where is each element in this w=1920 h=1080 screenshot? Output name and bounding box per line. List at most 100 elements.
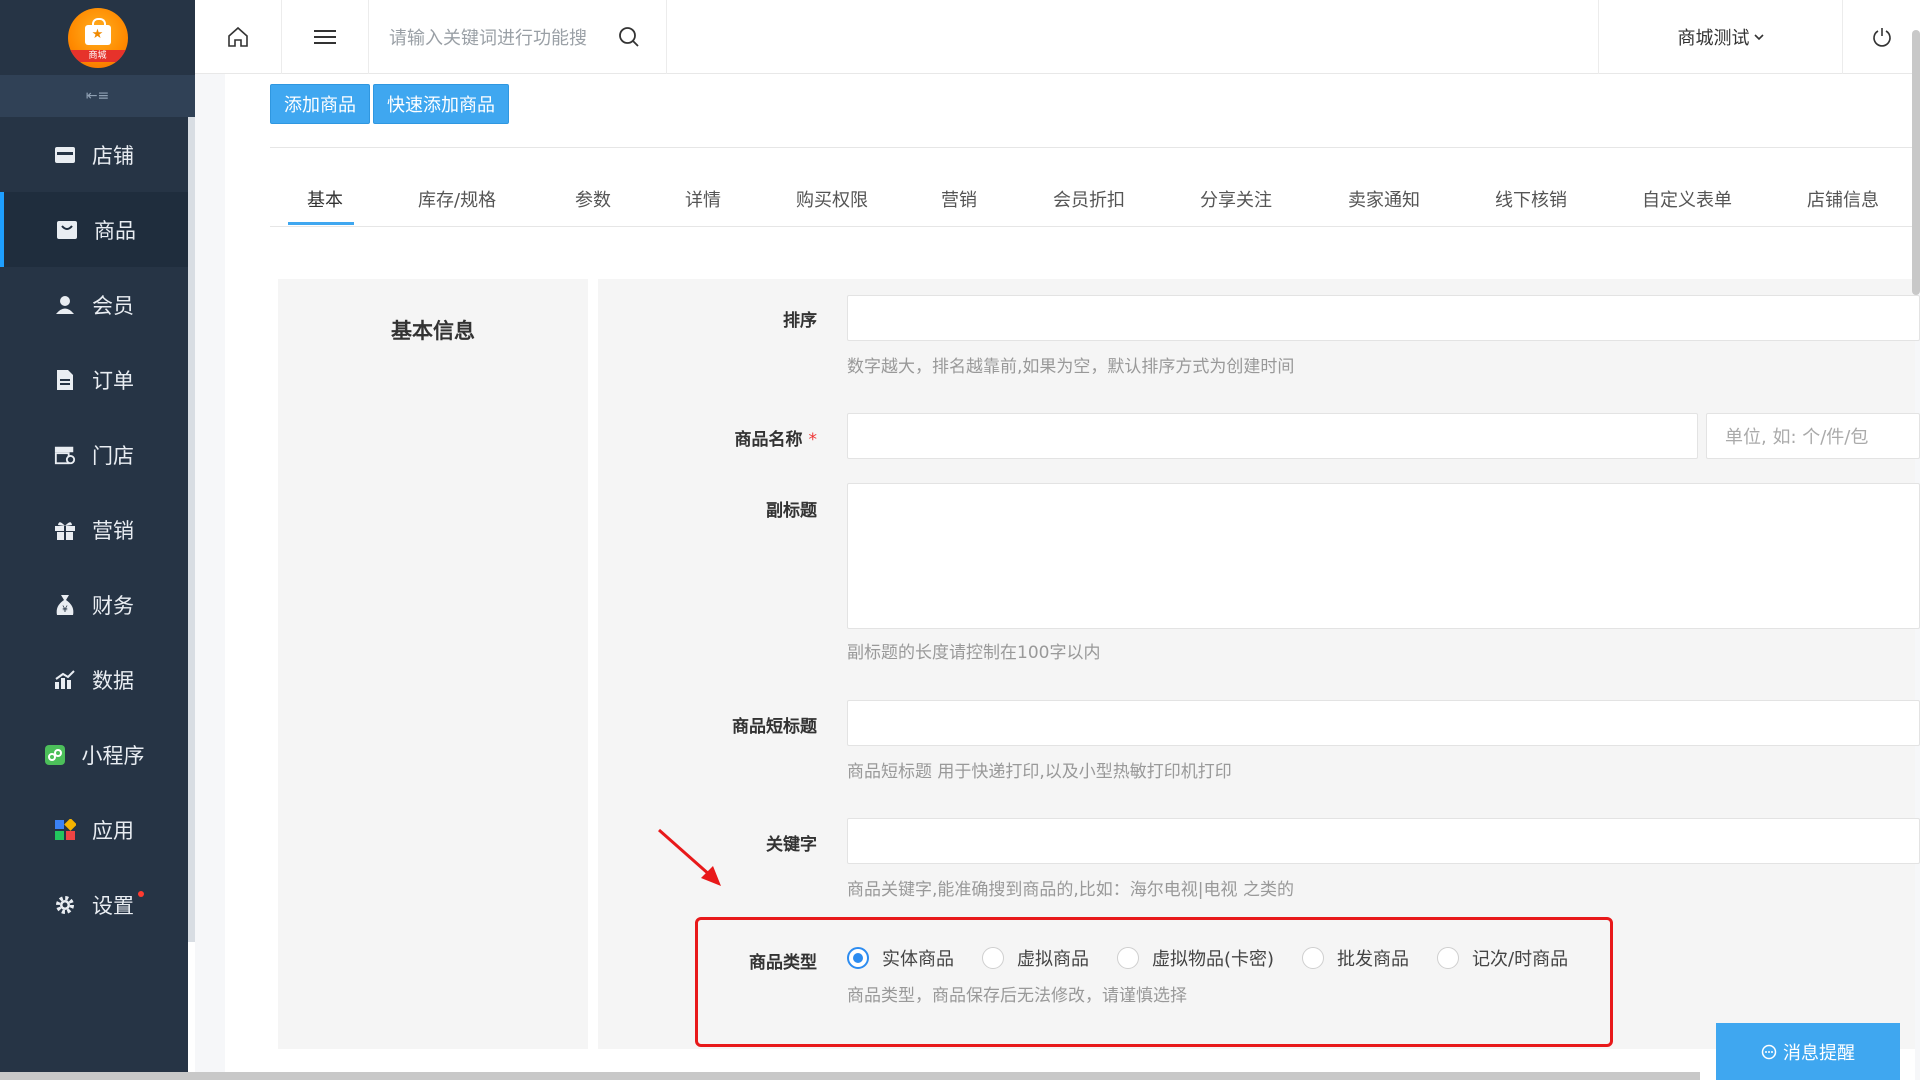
sidebar-item-marketing[interactable]: 营销: [0, 492, 188, 567]
short-title-input[interactable]: [847, 700, 1920, 746]
sidebar-item-label: 商品: [94, 218, 136, 243]
keyword-hint: 商品关键字,能准确搜到商品的,比如：海尔电视|电视 之类的: [847, 880, 1294, 900]
product-name-label: 商品名称 *: [617, 425, 818, 450]
chat-bubble-icon: [1761, 1044, 1777, 1059]
sidebar-item-label: 营销: [92, 518, 134, 543]
message-reminder-button[interactable]: 消息提醒: [1716, 1023, 1900, 1080]
sidebar-item-shops[interactable]: 门店: [0, 417, 188, 492]
sidebar-item-label: 小程序: [81, 743, 145, 768]
horizontal-scrollbar[interactable]: [0, 1072, 1700, 1080]
red-arrow-annotation-icon: [658, 828, 721, 886]
keyword-input[interactable]: [847, 818, 1920, 864]
subtitle-hint: 副标题的长度请控制在100字以内: [847, 643, 1101, 663]
sidebar-item-apps[interactable]: 应用: [0, 792, 188, 867]
sidebar-item-orders[interactable]: 订单: [0, 342, 188, 417]
logo-area: ★ 商城: [0, 0, 195, 75]
sort-input[interactable]: [847, 295, 1920, 341]
tab-custom-form[interactable]: 自定义表单: [1642, 186, 1732, 212]
store-name: 商城测试: [1677, 28, 1750, 49]
menu-button[interactable]: [282, 0, 369, 74]
divider: [270, 226, 1915, 227]
message-reminder-label: 消息提醒: [1783, 1042, 1855, 1064]
section-title: 基本信息: [391, 319, 475, 343]
sidebar-collapse-toggle[interactable]: ⇤≡: [0, 75, 195, 117]
svg-text:¥: ¥: [62, 605, 68, 615]
sidebar-item-miniprogram[interactable]: 小程序: [0, 717, 188, 792]
tab-params[interactable]: 参数: [575, 186, 611, 212]
tab-share-follow[interactable]: 分享关注: [1200, 186, 1272, 212]
active-tab-indicator: [288, 222, 354, 225]
document-icon: [54, 369, 76, 391]
bag-icon: [56, 219, 78, 241]
search-bar: 请输入关键词进行功能搜: [369, 0, 667, 74]
quick-add-product-button[interactable]: 快速添加商品: [373, 84, 509, 124]
short-title-hint: 商品短标题 用于快递打印,以及小型热敏打印机打印: [847, 762, 1232, 782]
subtitle-textarea[interactable]: [847, 483, 1920, 629]
tab-marketing[interactable]: 营销: [941, 186, 977, 212]
sidebar-item-label: 店铺: [92, 143, 134, 168]
product-name-label-text: 商品名称: [734, 430, 803, 450]
product-name-input[interactable]: [847, 413, 1698, 459]
sidebar: ★ 商城 ⇤≡ 店铺 商品 会员 订单 门店 营销 ¥ 财务 数据 小程序 应用…: [0, 0, 195, 1080]
sidebar-scrollbar-track: [188, 942, 195, 1080]
gift-icon: [54, 519, 76, 541]
tab-offline-verify[interactable]: 线下核销: [1495, 186, 1567, 212]
chevron-down-icon: [1753, 34, 1764, 41]
sort-hint: 数字越大，排名越靠前,如果为空，默认排序方式为创建时间: [847, 357, 1295, 377]
home-button[interactable]: [195, 0, 282, 74]
sidebar-item-members[interactable]: 会员: [0, 267, 188, 342]
money-bag-icon: ¥: [54, 594, 76, 616]
highlight-annotation-box: [695, 917, 1613, 1047]
tab-member-discount[interactable]: 会员折扣: [1053, 186, 1125, 212]
shop-gear-icon: [54, 444, 76, 466]
sidebar-item-label: 数据: [92, 668, 134, 693]
tab-basic[interactable]: 基本: [307, 186, 343, 212]
short-title-label: 商品短标题: [732, 717, 817, 737]
sidebar-item-label: 门店: [92, 443, 134, 468]
required-mark: *: [808, 430, 818, 450]
apps-icon: [54, 818, 76, 841]
sidebar-item-label: 财务: [92, 593, 134, 618]
sidebar-item-settings[interactable]: 设置: [0, 867, 188, 942]
store-icon: [54, 144, 76, 166]
add-product-button[interactable]: 添加商品: [270, 84, 370, 124]
sidebar-item-label: 应用: [92, 818, 134, 843]
unit-placeholder: 单位, 如: 个/件/包: [1725, 427, 1869, 448]
sidebar-item-label: 设置: [92, 893, 134, 918]
tab-seller-notice[interactable]: 卖家通知: [1348, 186, 1420, 212]
user-icon: [54, 294, 76, 316]
store-switcher[interactable]: 商城测试: [1598, 0, 1843, 74]
logout-button[interactable]: [1843, 0, 1920, 74]
search-input[interactable]: 请输入关键词进行功能搜: [389, 24, 587, 50]
top-bar: 请输入关键词进行功能搜 商城测试: [195, 0, 1920, 74]
home-icon: [228, 26, 248, 47]
power-icon: [1872, 28, 1891, 47]
tab-details[interactable]: 详情: [685, 186, 721, 212]
notification-dot: [138, 891, 144, 897]
section-sidebar: 基本信息: [278, 279, 588, 1049]
sidebar-scrollbar[interactable]: [188, 117, 195, 942]
sidebar-item-products[interactable]: 商品: [0, 192, 188, 267]
tab-stock-spec[interactable]: 库存/规格: [418, 186, 496, 212]
page-scrollbar[interactable]: [1912, 30, 1920, 295]
sidebar-item-label: 会员: [92, 293, 134, 318]
sidebar-item-store[interactable]: 店铺: [0, 117, 188, 192]
sidebar-item-data[interactable]: 数据: [0, 642, 188, 717]
tab-purchase-permission[interactable]: 购买权限: [796, 186, 868, 212]
search-icon[interactable]: [618, 26, 640, 48]
star-bag-icon: ★: [84, 17, 111, 45]
hamburger-icon: [314, 30, 336, 44]
chart-icon: [54, 669, 76, 691]
logo-text: 商城: [67, 49, 128, 62]
subtitle-label: 副标题: [766, 501, 817, 521]
divider: [270, 147, 1915, 148]
miniprogram-icon: [44, 744, 66, 766]
tab-shop-info[interactable]: 店铺信息: [1807, 186, 1879, 212]
unit-input[interactable]: 单位, 如: 个/件/包: [1706, 413, 1920, 459]
collapse-icon: ⇤≡: [85, 88, 110, 104]
sidebar-item-finance[interactable]: ¥ 财务: [0, 567, 188, 642]
sidebar-item-label: 订单: [92, 368, 134, 393]
sort-label: 排序: [783, 311, 817, 331]
app-logo[interactable]: ★ 商城: [67, 7, 128, 68]
gear-icon: [54, 894, 76, 916]
